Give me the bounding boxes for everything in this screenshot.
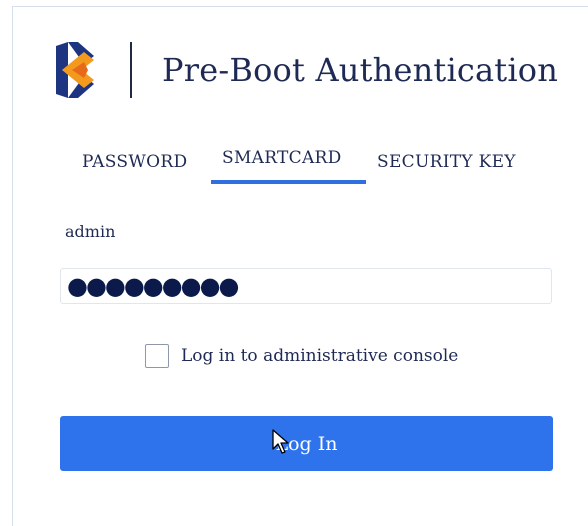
tab-password[interactable]: PASSWORD xyxy=(82,152,187,192)
active-tab-indicator xyxy=(211,180,366,184)
tab-security-key[interactable]: SECURITY KEY xyxy=(377,152,516,192)
page-title: Pre-Boot Authentication xyxy=(162,51,559,89)
header-divider xyxy=(130,42,132,98)
header: Pre-Boot Authentication xyxy=(54,40,558,100)
password-mask: ●●●●●●●●● xyxy=(67,272,239,300)
admin-console-checkbox-label[interactable]: Log in to administrative console xyxy=(181,346,458,366)
login-button[interactable]: Log In xyxy=(60,416,553,471)
admin-console-checkbox[interactable] xyxy=(145,344,169,368)
username-label: admin xyxy=(65,222,116,241)
mouse-pointer-icon xyxy=(272,429,289,454)
password-field[interactable]: ●●●●●●●●● xyxy=(60,268,552,304)
admin-console-option: Log in to administrative console xyxy=(145,344,458,368)
brand-chevron-logo-icon xyxy=(56,42,94,98)
